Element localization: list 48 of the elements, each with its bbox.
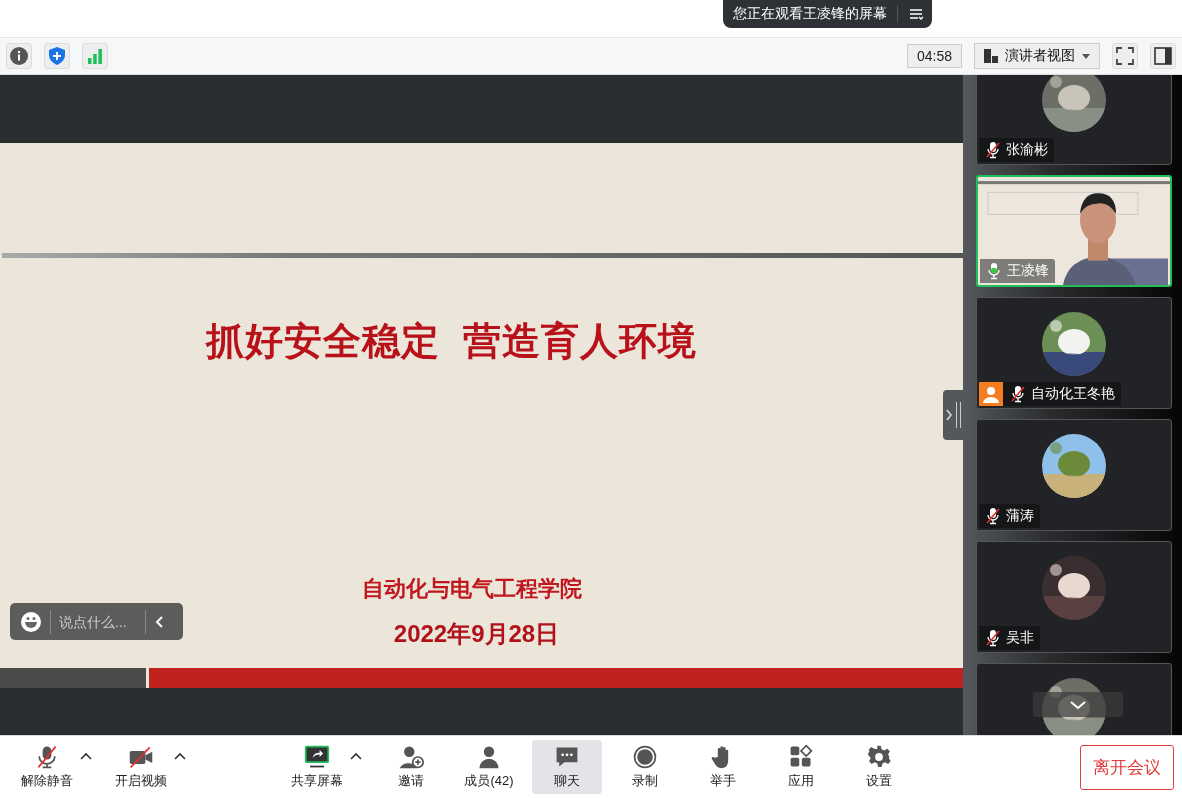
settings-icon bbox=[865, 744, 893, 770]
leave-meeting-button[interactable]: 离开会议 bbox=[1080, 744, 1174, 790]
record-icon bbox=[631, 744, 659, 770]
fullscreen-icon bbox=[1115, 46, 1135, 66]
apps-button[interactable]: 应用 bbox=[766, 740, 836, 794]
shield-icon bbox=[47, 46, 67, 66]
participant-name-tag: 自动化王冬艳 bbox=[979, 382, 1121, 406]
sidebar-toggle-button[interactable] bbox=[1150, 43, 1176, 69]
chevron-right-icon bbox=[945, 408, 953, 422]
side-panel-icon bbox=[1153, 46, 1173, 66]
caret-icon[interactable] bbox=[174, 752, 186, 760]
hand-button[interactable]: 举手 bbox=[688, 740, 758, 794]
meeting-timer: 04:58 bbox=[906, 44, 962, 68]
participant-name-tag: 王凌锋 bbox=[980, 259, 1055, 283]
caret-icon[interactable] bbox=[80, 752, 92, 760]
view-dropdown[interactable]: 演讲者视图 bbox=[974, 43, 1100, 69]
signal-bars-icon bbox=[85, 46, 105, 66]
menu-icon[interactable] bbox=[908, 6, 924, 22]
panel-expand-handle[interactable] bbox=[943, 390, 963, 440]
chat-button[interactable]: 聊天 bbox=[532, 740, 602, 794]
record-button[interactable]: 录制 bbox=[610, 740, 680, 794]
chevron-down-icon bbox=[1069, 699, 1087, 710]
slide-subtitle: 自动化与电气工程学院 bbox=[361, 575, 582, 603]
participant-name-tag: 张渝彬 bbox=[979, 138, 1054, 162]
settings-button[interactable]: 设置 bbox=[844, 740, 914, 794]
banner-text: 您正在观看王凌锋的屏幕 bbox=[733, 5, 898, 23]
mic-button[interactable]: 解除静音 bbox=[12, 740, 82, 794]
scroll-down-button[interactable] bbox=[1033, 692, 1123, 717]
add-person-icon bbox=[397, 744, 425, 770]
video-button[interactable]: 开启视频 bbox=[106, 740, 176, 794]
fullscreen-button[interactable] bbox=[1112, 43, 1138, 69]
members-button[interactable]: 成员(42) bbox=[454, 740, 524, 794]
slide-title: 抓好安全稳定 营造育人环境 bbox=[205, 319, 698, 364]
chat-input[interactable]: 说点什么... bbox=[59, 613, 137, 630]
participant-name-tag: 吴非 bbox=[979, 626, 1040, 650]
slide-date: 2022年9月28日 bbox=[393, 619, 560, 649]
info-button[interactable] bbox=[6, 43, 32, 69]
caret-icon[interactable] bbox=[350, 752, 362, 760]
share-button[interactable]: 共享屏幕 bbox=[282, 740, 352, 794]
collapse-icon[interactable] bbox=[154, 614, 166, 629]
caret-icon bbox=[1081, 51, 1091, 61]
screen-share-icon bbox=[303, 744, 331, 770]
emoji-icon[interactable] bbox=[20, 610, 42, 633]
info-icon bbox=[9, 46, 29, 66]
layout-icon bbox=[983, 48, 999, 64]
security-button[interactable] bbox=[44, 43, 70, 69]
participant-name-tag: 蒲涛 bbox=[979, 504, 1040, 528]
invite-button[interactable]: 邀请 bbox=[376, 740, 446, 794]
